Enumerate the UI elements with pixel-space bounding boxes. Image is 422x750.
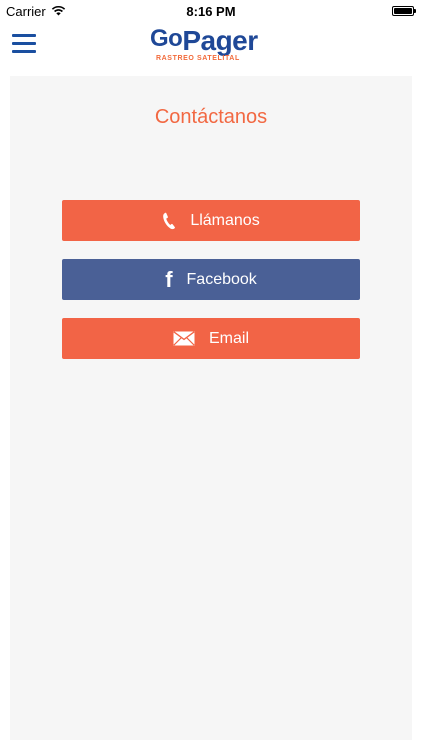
status-time: 8:16 PM	[186, 4, 236, 19]
battery-icon	[392, 6, 416, 16]
facebook-button-label: Facebook	[186, 270, 257, 288]
status-bar: Carrier 8:16 PM	[0, 0, 422, 22]
logo-wordmark: GoPager	[150, 22, 258, 58]
email-button[interactable]: Email	[62, 318, 360, 359]
email-button-label: Email	[208, 329, 249, 347]
logo-tagline: RASTREO SATELITAL	[156, 55, 240, 62]
gopager-logo: GoPager RASTREO SATELITAL	[150, 22, 276, 66]
page-title: Contáctanos	[154, 106, 268, 128]
phone-icon	[162, 212, 176, 230]
contact-panel: Contáctanos Llámanos f Facebook Email	[10, 76, 412, 740]
menu-line	[12, 42, 36, 45]
nav-bar: GoPager RASTREO SATELITAL	[0, 22, 422, 70]
call-button-label: Llámanos	[190, 211, 260, 229]
app-screen: Carrier 8:16 PM GoPager RASTREO SATELITA…	[0, 0, 422, 750]
hamburger-menu-icon[interactable]	[12, 34, 38, 56]
call-button[interactable]: Llámanos	[62, 200, 360, 241]
envelope-icon	[173, 331, 195, 346]
logo-go: Go	[150, 25, 183, 52]
menu-line	[12, 50, 36, 53]
facebook-icon: f	[165, 266, 173, 292]
facebook-button[interactable]: f Facebook	[62, 259, 360, 300]
logo-pager: Pager	[182, 25, 258, 56]
battery-level	[394, 8, 412, 14]
menu-line	[12, 34, 36, 37]
